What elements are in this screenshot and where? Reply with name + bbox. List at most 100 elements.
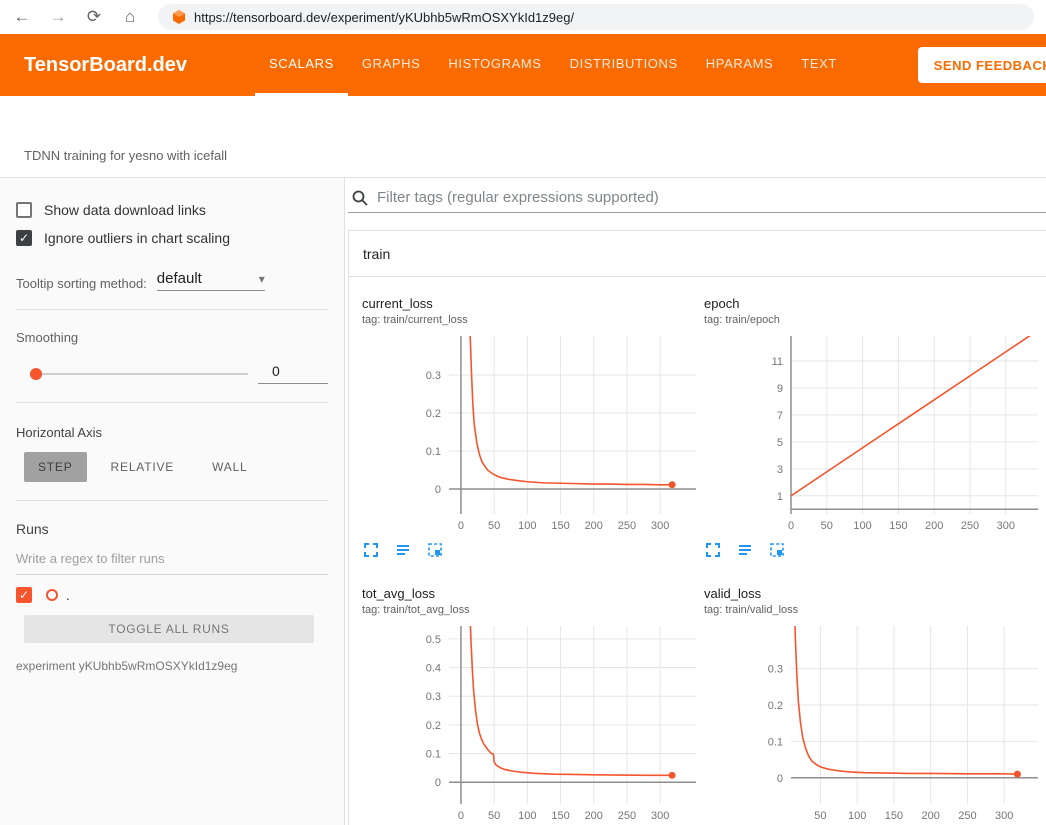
svg-text:0.2: 0.2 (426, 408, 441, 420)
experiment-title: TDNN training for yesno with icefall (24, 148, 1046, 164)
train-section-card: train current_loss tag: train/current_lo… (348, 230, 1046, 825)
chart-card-tot-avg-loss: tot_avg_loss tag: train/tot_avg_loss 0 50… (362, 559, 699, 825)
svg-text:0: 0 (788, 520, 794, 532)
axis-wall-button[interactable]: WALL (198, 452, 261, 482)
send-feedback-button[interactable]: SEND FEEDBACK (918, 47, 1046, 83)
filter-tags-input[interactable]: Filter tags (regular expressions support… (377, 189, 659, 206)
svg-text:300: 300 (997, 520, 1015, 532)
svg-text:0.1: 0.1 (426, 749, 441, 761)
svg-text:0: 0 (435, 484, 441, 496)
forward-icon[interactable]: → (48, 7, 68, 27)
svg-text:200: 200 (925, 520, 943, 532)
train-section-header[interactable]: train (349, 231, 1046, 277)
chart-tag: tag: train/epoch (704, 313, 1041, 327)
runs-label: Runs (16, 521, 328, 537)
axis-step-button[interactable]: STEP (24, 452, 87, 482)
svg-text:0.4: 0.4 (426, 663, 441, 675)
chevron-down-icon: ▾ (259, 272, 265, 286)
run-color-swatch (46, 589, 58, 601)
svg-text:300: 300 (995, 810, 1013, 822)
search-icon (351, 189, 369, 207)
tooltip-sorting-label: Tooltip sorting method: (16, 276, 147, 291)
tab-hparams[interactable]: HPARAMS (692, 34, 788, 96)
site-favicon (172, 10, 186, 24)
axis-relative-button[interactable]: RELATIVE (97, 452, 189, 482)
tooltip-sorting-select[interactable]: default ▾ (157, 270, 265, 291)
tab-graphs[interactable]: GRAPHS (348, 34, 435, 96)
svg-text:100: 100 (518, 520, 536, 532)
check-icon: ✓ (19, 589, 29, 601)
top-nav: SCALARS GRAPHS HISTOGRAMS DISTRIBUTIONS … (255, 34, 851, 96)
tab-text[interactable]: TEXT (787, 34, 851, 96)
chart-title: epoch (704, 296, 1041, 312)
main-content: Filter tags (regular expressions support… (345, 178, 1046, 825)
url-text: https://tensorboard.dev/experiment/yKUbh… (194, 10, 574, 25)
svg-text:0.3: 0.3 (426, 370, 441, 382)
smoothing-slider[interactable] (34, 373, 248, 375)
log-scale-icon[interactable] (736, 541, 754, 559)
home-icon[interactable]: ⌂ (120, 7, 140, 27)
smoothing-label: Smoothing (16, 330, 328, 345)
divider (16, 309, 328, 310)
line-chart-epoch[interactable]: 0501001502002503001357911 (704, 334, 1041, 534)
chart-tag: tag: train/current_loss (362, 313, 699, 327)
svg-text:150: 150 (551, 810, 569, 822)
tab-distributions[interactable]: DISTRIBUTIONS (556, 34, 692, 96)
filter-tags-row: Filter tags (regular expressions support… (348, 178, 1046, 213)
line-chart-current-loss[interactable]: 05010015020025030000.10.20.3 (362, 334, 699, 534)
runs-filter-input[interactable]: Write a regex to filter runs (16, 551, 328, 575)
tab-scalars[interactable]: SCALARS (255, 34, 348, 96)
reload-icon[interactable]: ⟳ (84, 7, 104, 27)
tooltip-sorting-row: Tooltip sorting method: default ▾ (16, 270, 328, 291)
svg-text:0.1: 0.1 (426, 446, 441, 458)
svg-text:150: 150 (551, 520, 569, 532)
experiment-id-text: experiment yKUbhb5wRmOSXYkId1z9eg (16, 659, 328, 673)
chart-tag: tag: train/tot_avg_loss (362, 603, 699, 617)
horizontal-axis-options: STEP RELATIVE WALL (24, 452, 328, 482)
svg-text:0: 0 (435, 777, 441, 789)
check-icon: ✓ (19, 232, 29, 244)
run-checkbox[interactable]: ✓ (16, 587, 32, 603)
settings-sidebar: Show data download links ✓ Ignore outlie… (0, 178, 345, 825)
chart-title: valid_loss (704, 586, 1041, 602)
fit-domain-icon[interactable] (426, 541, 444, 559)
smoothing-slider-thumb[interactable] (30, 368, 42, 380)
toggle-all-runs-button[interactable]: TOGGLE ALL RUNS (24, 615, 314, 643)
chart-toolbar (704, 541, 1041, 559)
svg-text:50: 50 (821, 520, 833, 532)
expand-chart-icon[interactable] (362, 541, 380, 559)
log-scale-icon[interactable] (394, 541, 412, 559)
smoothing-value-input[interactable]: 0 (258, 363, 328, 384)
svg-text:0.1: 0.1 (768, 736, 783, 748)
browser-toolbar: ← → ⟳ ⌂ https://tensorboard.dev/experime… (0, 0, 1046, 34)
svg-text:250: 250 (958, 810, 976, 822)
tab-histograms[interactable]: HISTOGRAMS (434, 34, 555, 96)
svg-text:100: 100 (848, 810, 866, 822)
svg-text:250: 250 (618, 810, 636, 822)
svg-text:200: 200 (585, 810, 603, 822)
chart-card-valid-loss: valid_loss tag: train/valid_loss 5010015… (704, 559, 1041, 825)
ignore-outliers-checkbox[interactable]: ✓ (16, 230, 32, 246)
svg-text:200: 200 (585, 520, 603, 532)
fit-domain-icon[interactable] (768, 541, 786, 559)
screen: ← → ⟳ ⌂ https://tensorboard.dev/experime… (0, 0, 1046, 825)
svg-text:50: 50 (488, 810, 500, 822)
svg-text:9: 9 (777, 383, 783, 395)
back-icon[interactable]: ← (12, 7, 32, 27)
svg-text:250: 250 (961, 520, 979, 532)
address-bar[interactable]: https://tensorboard.dev/experiment/yKUbh… (158, 4, 1034, 30)
brand-logo[interactable]: TensorBoard.dev (0, 34, 211, 96)
expand-chart-icon[interactable] (704, 541, 722, 559)
line-chart-tot-avg-loss[interactable]: 05010015020025030000.10.20.30.40.5 (362, 624, 699, 824)
svg-text:50: 50 (488, 520, 500, 532)
chart-card-epoch: epoch tag: train/epoch 05010015020025030… (704, 277, 1041, 559)
line-chart-valid-loss[interactable]: 5010015020025030000.10.20.3 (704, 624, 1041, 824)
horizontal-axis-label: Horizontal Axis (16, 425, 328, 440)
svg-text:250: 250 (618, 520, 636, 532)
show-download-label: Show data download links (44, 202, 206, 218)
svg-text:5: 5 (777, 437, 783, 449)
show-download-checkbox[interactable] (16, 202, 32, 218)
svg-text:100: 100 (518, 810, 536, 822)
chart-toolbar (362, 541, 699, 559)
chart-title: tot_avg_loss (362, 586, 699, 602)
